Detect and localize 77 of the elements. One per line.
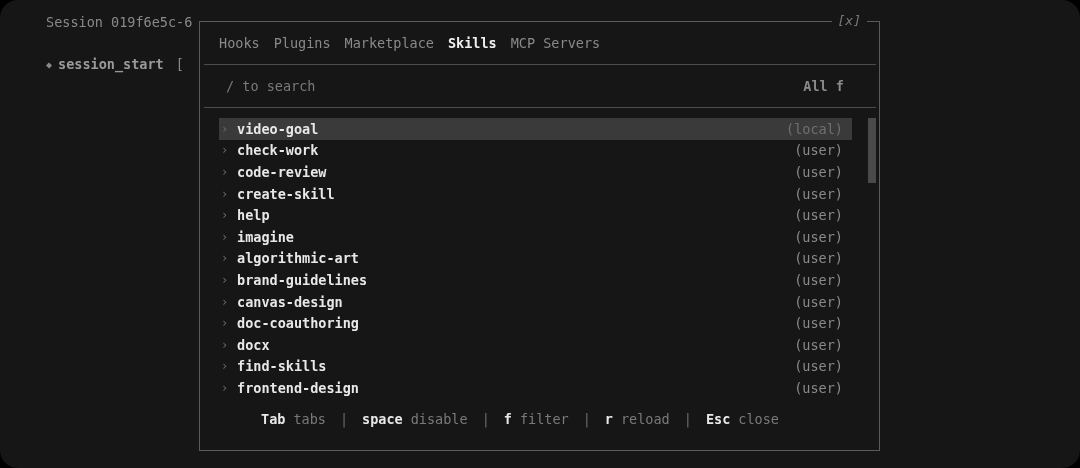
tab[interactable]: Marketplace <box>344 35 434 51</box>
chevron-icon: › <box>219 272 237 287</box>
skill-source: (user) <box>794 336 843 353</box>
skill-row[interactable]: › find-skills (user) <box>219 355 852 378</box>
chevron-icon: › <box>219 294 237 309</box>
tab[interactable]: Hooks <box>219 35 260 51</box>
skill-source: (user) <box>794 315 843 332</box>
skill-source: (user) <box>794 358 843 375</box>
skill-source: (user) <box>794 293 843 310</box>
skill-name: find-skills <box>237 358 328 375</box>
chevron-icon: › <box>219 251 237 266</box>
separator-text: | <box>683 411 692 427</box>
shortcut-action: disable <box>410 411 468 427</box>
chevron-icon: › <box>219 208 237 223</box>
shortcut-action: filter <box>519 411 569 427</box>
search-field[interactable]: / to search <box>226 78 804 94</box>
shortcut-key: Esc <box>705 411 731 427</box>
chevron-icon: › <box>219 143 237 158</box>
skill-name: brand-guidelines <box>237 271 369 288</box>
skill-row[interactable]: › brand-guidelines (user) <box>219 269 852 291</box>
shortcut-action: tabs <box>293 411 326 427</box>
shortcut-key: f <box>503 411 512 427</box>
chevron-icon: › <box>219 316 237 331</box>
skill-source: (user) <box>794 271 843 288</box>
skill-source: (user) <box>794 164 843 180</box>
skill-row[interactable]: › frontend-design (user) <box>219 377 852 399</box>
skill-row[interactable]: › check-work (user) <box>219 139 852 162</box>
chevron-icon: › <box>219 165 237 179</box>
skill-row[interactable]: › code-review (user) <box>219 161 852 183</box>
skill-source: (user) <box>794 250 843 267</box>
tab[interactable]: MCP Servers <box>510 35 601 51</box>
close-button[interactable]: [x] <box>831 13 867 29</box>
chevron-icon: › <box>219 121 237 136</box>
separator-text: | <box>339 411 349 427</box>
chevron-icon: › <box>219 229 237 244</box>
session-title: Session 019f6e5c-6 <box>46 13 193 32</box>
chevron-icon: › <box>219 186 237 201</box>
skill-name: doc-coauthoring <box>237 315 360 332</box>
tab[interactable]: Skills <box>447 35 497 51</box>
skill-source: (user) <box>794 185 843 202</box>
skill-source: (user) <box>794 142 843 159</box>
skill-row[interactable]: › imagine (user) <box>219 225 852 248</box>
skill-name: create-skill <box>237 185 336 202</box>
bracket-text: [ <box>175 56 184 74</box>
skill-source: (user) <box>794 228 843 245</box>
skill-name: canvas-design <box>237 293 344 310</box>
skill-row[interactable]: › help (user) <box>219 204 852 226</box>
skill-source: (user) <box>794 379 843 396</box>
scroll-thumb[interactable] <box>868 118 876 183</box>
diamond-icon: ◆ <box>46 56 53 74</box>
skill-name: algorithmic-art <box>237 250 360 267</box>
skill-name: video-goal <box>237 120 320 137</box>
skill-name: imagine <box>237 228 295 245</box>
event-name: session_start <box>58 56 164 74</box>
separator-text: | <box>481 411 490 427</box>
skill-name: help <box>237 207 271 224</box>
skill-row[interactable]: › algorithmic-art (user) <box>219 247 852 270</box>
skill-source: (user) <box>794 207 843 224</box>
separator-text: | <box>582 411 591 427</box>
shortcut-key: Tab <box>261 411 286 427</box>
skill-name: frontend-design <box>237 379 360 396</box>
chevron-icon: › <box>219 380 237 395</box>
chevron-icon: › <box>219 337 237 352</box>
shortcut-key: r <box>604 411 613 427</box>
skill-row[interactable]: › canvas-design (user) <box>219 290 852 313</box>
chevron-icon: › <box>219 359 237 374</box>
tab[interactable]: Plugins <box>273 35 331 51</box>
shortcut-action: close <box>738 411 779 427</box>
skill-name: code-review <box>237 164 328 180</box>
skill-row[interactable]: › create-skill (user) <box>219 182 852 205</box>
skill-name: docx <box>237 336 271 353</box>
skill-row[interactable]: › docx (user) <box>219 333 852 356</box>
filter-label: All f <box>803 78 844 94</box>
skill-row[interactable]: › doc-coauthoring (user) <box>219 312 852 334</box>
skill-name: check-work <box>237 142 320 159</box>
shortcut-key: space <box>362 411 403 427</box>
shortcut-action: reload <box>621 411 670 427</box>
